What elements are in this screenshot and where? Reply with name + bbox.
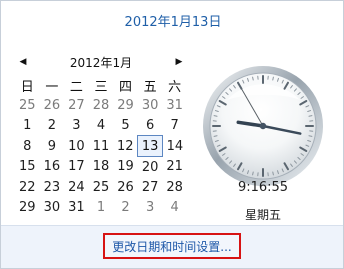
clock-minute-tick (252, 76, 254, 81)
calendar-day[interactable]: 10 (64, 136, 89, 157)
current-date-heading[interactable]: 2012年1月13日 (1, 11, 343, 30)
calendar-day[interactable]: 4 (89, 115, 114, 136)
calendar-day[interactable]: 25 (15, 95, 40, 115)
calendar-week-row: 25 26 27 28 29 30 31 (15, 95, 187, 115)
weekday-friday: 五 (143, 79, 157, 95)
calendar-day[interactable]: 21 (162, 157, 187, 178)
clock-minute-tick (272, 171, 274, 176)
calendar-day[interactable]: 28 (89, 95, 114, 115)
calendar-day[interactable]: 27 (64, 95, 89, 115)
calendar-day[interactable]: 31 (162, 95, 187, 115)
calendar-grid: 日 一 二 三 四 五 六 25 26 27 28 29 30 31 1 2 3 4 5 6 7 8 9 10 1… (15, 75, 187, 217)
clock-minute-tick (213, 115, 218, 117)
weekday-saturday: 六 (168, 79, 182, 95)
weekday-tuesday: 二 (69, 79, 83, 95)
digital-time: 9:16:55 (237, 180, 289, 195)
calendar-month-label[interactable]: 2012年1月 (31, 54, 171, 71)
calendar-day[interactable]: 8 (15, 136, 40, 157)
clock-minute-tick (308, 115, 313, 117)
left-triangle-icon[interactable]: ◀ (15, 53, 31, 71)
calendar-day[interactable]: 19 (113, 157, 138, 178)
calendar-day[interactable]: 9 (40, 136, 65, 157)
analog-clock-icon (203, 66, 323, 186)
calendar-day[interactable]: 11 (89, 136, 114, 157)
calendar-day[interactable]: 3 (138, 197, 163, 217)
calendar-day[interactable]: 17 (64, 157, 89, 178)
calendar-day-selected[interactable]: 13 (137, 135, 163, 157)
calendar-day[interactable]: 18 (89, 157, 114, 178)
calendar-day[interactable]: 23 (40, 177, 65, 197)
calendar-day[interactable]: 7 (162, 115, 187, 136)
calendar-day[interactable]: 1 (15, 115, 40, 136)
calendar-day[interactable]: 12 (113, 136, 138, 157)
calendar-day[interactable]: 3 (64, 115, 89, 136)
clock-center-pin (259, 122, 267, 130)
calendar: ◀ 2012年1月 ▶ 日 一 二 三 四 五 六 25 26 27 28 29 30 31… (15, 51, 187, 217)
clock-minute-tick (252, 171, 254, 176)
calendar-day[interactable]: 24 (64, 177, 89, 197)
weekday-thursday: 四 (119, 79, 133, 95)
calendar-day[interactable]: 6 (138, 115, 163, 136)
calendar-day[interactable]: 5 (113, 115, 138, 136)
calendar-day[interactable]: 2 (40, 115, 65, 136)
right-triangle-icon[interactable]: ▶ (171, 53, 187, 71)
calendar-day[interactable]: 29 (15, 197, 40, 217)
clock-minute-tick (272, 76, 274, 81)
change-date-time-settings-label: 更改日期和时间设置... (112, 239, 232, 254)
calendar-day[interactable]: 26 (113, 177, 138, 197)
weekday-monday: 一 (45, 79, 59, 95)
calendar-day[interactable]: 14 (162, 136, 187, 157)
calendar-day[interactable]: 1 (89, 197, 114, 217)
calendar-day[interactable]: 26 (40, 95, 65, 115)
calendar-week-row: 29 30 31 1 2 3 4 (15, 197, 187, 217)
weekday-wednesday: 三 (94, 79, 108, 95)
calendar-day[interactable]: 27 (138, 177, 163, 197)
weekday-label: 星期五 (244, 208, 281, 222)
calendar-day[interactable]: 2 (113, 197, 138, 217)
clock-minute-tick (308, 135, 313, 137)
calendar-day[interactable]: 28 (162, 177, 187, 197)
calendar-day[interactable]: 22 (15, 177, 40, 197)
weekday-sunday: 日 (20, 79, 34, 95)
calendar-day[interactable]: 16 (40, 157, 65, 178)
calendar-navigation: ◀ 2012年1月 ▶ (15, 51, 187, 73)
calendar-week-row: 15 16 17 18 19 20 21 (15, 157, 187, 178)
calendar-day[interactable]: 4 (162, 197, 187, 217)
calendar-day[interactable]: 20 (138, 157, 163, 178)
calendar-day[interactable]: 29 (113, 95, 138, 115)
calendar-day[interactable]: 30 (138, 95, 163, 115)
calendar-week-row: 1234567 (15, 115, 187, 136)
change-date-time-settings-link[interactable]: 更改日期和时间设置... (103, 233, 241, 259)
weekday-header-row: 日 一 二 三 四 五 六 (15, 75, 187, 95)
calendar-week-row: 8 9 10 11 12 13 14 (15, 135, 187, 157)
calendar-day[interactable]: 31 (64, 197, 89, 217)
date-time-flyout: 2012年1月13日 ◀ 2012年1月 ▶ 日 一 二 三 四 五 六 25 2… (0, 0, 344, 269)
calendar-week-row: 22 23 24 25 26 27 28 (15, 177, 187, 197)
calendar-days: 25 26 27 28 29 30 31 1 2 3 4 5 6 7 8 9 10 11 12 13 14 15 16 17 1… (15, 95, 187, 217)
calendar-day[interactable]: 25 (89, 177, 114, 197)
calendar-day[interactable]: 30 (40, 197, 65, 217)
clock-minute-tick (213, 135, 218, 137)
calendar-day[interactable]: 15 (15, 157, 40, 178)
